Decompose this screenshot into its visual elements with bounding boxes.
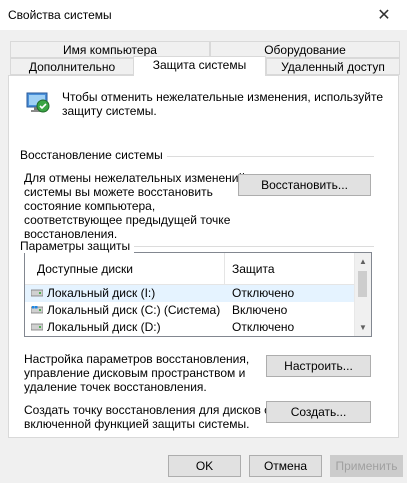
configure-desc-line: удаление точек восстановления. <box>24 380 207 394</box>
drive-status: Отключено <box>232 286 295 300</box>
restore-description: Для отмены нежелательных изменений систе… <box>24 171 245 241</box>
apply-button[interactable]: Применить <box>330 455 403 477</box>
cancel-button[interactable]: Отмена <box>249 455 322 477</box>
create-button[interactable]: Создать... <box>266 401 371 423</box>
protection-group-title: Параметры защиты <box>20 239 135 253</box>
restore-desc-line: Для отмены нежелательных изменений <box>24 171 246 185</box>
ok-button[interactable]: OK <box>168 455 241 477</box>
restore-desc-line: соответствующее предыдущей точке <box>24 213 231 227</box>
configure-desc-line: Настройка параметров восстановления, <box>24 352 250 366</box>
intro-line: Чтобы отменить нежелательные изменения, … <box>62 90 384 104</box>
drive-icon <box>31 323 43 331</box>
restore-button[interactable]: Восстановить... <box>238 174 371 196</box>
column-separator <box>224 253 225 284</box>
drive-name: Локальный диск (C:) (Система) <box>47 303 221 317</box>
tab-label: Оборудование <box>264 43 346 57</box>
system-protection-icon <box>26 92 50 113</box>
drive-icon <box>31 289 43 297</box>
tab-label: Имя компьютера <box>63 43 157 57</box>
scroll-down-icon[interactable]: ▼ <box>355 319 371 336</box>
tab-label: Защита системы <box>152 58 247 72</box>
scroll-up-icon[interactable]: ▲ <box>355 253 371 270</box>
scrollbar-thumb[interactable] <box>358 271 367 297</box>
column-protection[interactable]: Защита <box>232 262 275 276</box>
restore-desc-line: состояние компьютера, <box>24 199 156 213</box>
tab-system-protection[interactable]: Защита системы <box>133 56 266 76</box>
tab-advanced[interactable]: Дополнительно <box>10 58 134 75</box>
list-item[interactable]: Локальный диск (D:) Отключено <box>25 319 354 336</box>
close-icon: ✕ <box>377 7 391 24</box>
title-bar: Свойства системы ✕ <box>0 0 407 30</box>
drive-name: Локальный диск (I:) <box>47 286 156 300</box>
drives-list[interactable]: Доступные диски Защита Локальный диск (I… <box>24 252 372 337</box>
tab-label: Дополнительно <box>28 60 116 74</box>
intro-line: защиту системы. <box>62 104 157 118</box>
intro-text: Чтобы отменить нежелательные изменения, … <box>62 90 383 118</box>
tab-remote[interactable]: Удаленный доступ <box>266 58 400 75</box>
restore-group-title: Восстановление системы <box>20 148 167 162</box>
create-description: Создать точку восстановления для дисков … <box>24 403 270 431</box>
column-available-drives[interactable]: Доступные диски <box>37 262 133 276</box>
drive-status: Включено <box>232 303 288 317</box>
list-item[interactable]: Локальный диск (I:) Отключено <box>25 285 354 302</box>
vertical-scrollbar[interactable]: ▲ ▼ <box>354 253 371 336</box>
close-button[interactable]: ✕ <box>361 0 407 30</box>
drive-name: Локальный диск (D:) <box>47 320 161 334</box>
drive-status: Отключено <box>232 320 295 334</box>
list-header: Доступные диски Защита <box>25 253 354 285</box>
window-title: Свойства системы <box>8 8 112 22</box>
configure-button[interactable]: Настроить... <box>266 355 371 377</box>
create-desc-line: включенной функцией защиты системы. <box>24 417 250 431</box>
restore-desc-line: системы вы можете восстановить <box>24 185 213 199</box>
list-item[interactable]: Локальный диск (C:) (Система) Включено <box>25 302 354 319</box>
system-drive-icon <box>31 306 43 314</box>
create-desc-line: Создать точку восстановления для дисков … <box>24 403 271 417</box>
configure-desc-line: управление дисковым пространством и <box>24 366 246 380</box>
configure-description: Настройка параметров восстановления, упр… <box>24 352 249 394</box>
tab-label: Удаленный доступ <box>281 60 385 74</box>
